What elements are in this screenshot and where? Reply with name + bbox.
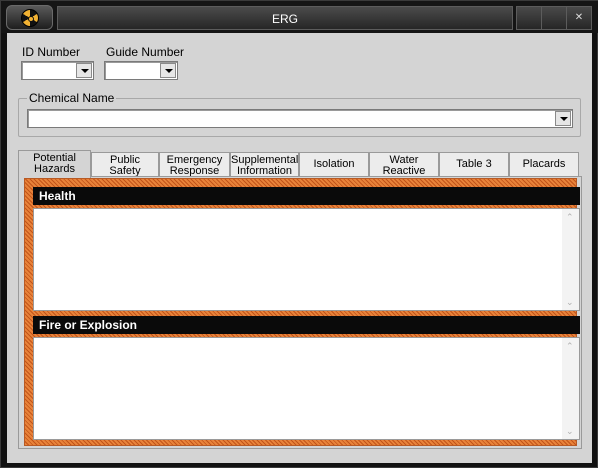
app-window: ERG ✕ ID Number Guide Number Chemical Na… <box>0 0 598 468</box>
radiation-icon <box>21 9 39 27</box>
tab-isolation[interactable]: Isolation <box>299 152 369 177</box>
chevron-down-icon[interactable] <box>555 111 571 126</box>
hatch-frame: Health ⌃ ⌄ Fire or Explosion ⌃ ⌄ <box>24 178 580 446</box>
app-menu-button[interactable] <box>6 5 53 30</box>
client-area: ID Number Guide Number Chemical Name Pot… <box>7 33 592 463</box>
scroll-down-icon[interactable]: ⌄ <box>566 298 574 307</box>
tab-placards[interactable]: Placards <box>509 152 579 177</box>
guide-number-combo[interactable] <box>104 61 178 80</box>
scroll-up-icon[interactable]: ⌃ <box>566 342 574 351</box>
fire-explosion-header: Fire or Explosion <box>33 316 580 334</box>
title-bar[interactable]: ERG ✕ <box>1 1 598 33</box>
health-textarea[interactable]: ⌃ ⌄ <box>33 208 580 311</box>
maximize-button[interactable] <box>542 6 567 30</box>
fire-explosion-scrollbar[interactable]: ⌃ ⌄ <box>562 338 579 439</box>
chevron-down-icon[interactable] <box>160 63 176 78</box>
title-strip: ERG <box>57 6 513 30</box>
health-scrollbar[interactable]: ⌃ ⌄ <box>562 209 579 310</box>
tab-strip: Potential Hazards Public Safety Emergenc… <box>18 150 582 178</box>
minimize-button[interactable] <box>516 6 542 30</box>
tab-supplemental-information[interactable]: Supplemental Information <box>230 152 299 177</box>
guide-number-label: Guide Number <box>106 45 185 59</box>
health-header: Health <box>33 187 580 205</box>
tab-public-safety[interactable]: Public Safety <box>91 152 159 177</box>
scroll-down-icon[interactable]: ⌄ <box>566 427 574 436</box>
id-number-label: ID Number <box>22 45 81 59</box>
tab-emergency-response[interactable]: Emergency Response <box>159 152 230 177</box>
tab-table-3[interactable]: Table 3 <box>439 152 509 177</box>
id-number-combo[interactable] <box>21 61 94 80</box>
chemical-name-label: Chemical Name <box>27 91 117 105</box>
scroll-up-icon[interactable]: ⌃ <box>566 213 574 222</box>
window-title: ERG <box>271 12 298 26</box>
tab-water-reactive[interactable]: Water Reactive <box>369 152 439 177</box>
chemical-name-combo[interactable] <box>27 109 573 128</box>
chevron-down-icon[interactable] <box>76 63 92 78</box>
fire-explosion-textarea[interactable]: ⌃ ⌄ <box>33 337 580 440</box>
tab-panel-potential-hazards: Health ⌃ ⌄ Fire or Explosion ⌃ ⌄ <box>18 176 582 449</box>
window-controls: ✕ <box>516 6 592 30</box>
close-button[interactable]: ✕ <box>567 6 592 30</box>
tab-potential-hazards[interactable]: Potential Hazards <box>18 150 91 178</box>
chemical-name-group: Chemical Name <box>18 91 581 137</box>
